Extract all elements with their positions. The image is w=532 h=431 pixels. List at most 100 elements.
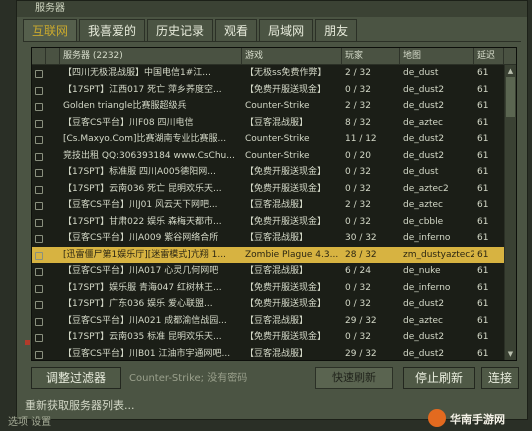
lock-cell [32, 346, 46, 361]
lock-icon [35, 119, 43, 128]
column-map[interactable]: 地图 [400, 48, 474, 64]
game-cell: 【免费开服送现金】 [245, 332, 327, 342]
players-cell: 0 / 32 [345, 183, 371, 194]
table-row[interactable]: 【17SPT】甘肃022 娱乐 森梅天都市... 【免费开服送现金】 0 / 32 d… [32, 214, 506, 231]
tab-5[interactable]: 朋友 [315, 19, 358, 41]
lock-icon [35, 268, 43, 276]
lock-icon [35, 317, 43, 326]
vac-cell [46, 247, 60, 264]
table-row[interactable]: 【豆客CS平台】川J01 风云天下网吧... 【豆客混战服】 2 / 32 de_az… [32, 197, 506, 214]
server-name-cell: [Cs.Maxyo.Com]比赛湖南专业比赛服... [63, 134, 227, 144]
lock-cell [32, 115, 46, 132]
server-name-cell: 【17SPT】广东036 娱乐 爱心联盟... [63, 299, 213, 309]
latency-cell: 61 [477, 150, 489, 161]
lock-cell [32, 329, 46, 346]
players-cell: 11 / 12 [345, 134, 377, 144]
vac-cell [46, 65, 60, 82]
logo-icon [428, 409, 446, 427]
latency-cell: 61 [477, 233, 489, 243]
table-row[interactable]: 【四川无极混战服】中国电信1#江... 【无极ss免费作弊】 2 / 32 de_du… [32, 65, 506, 82]
game-cell: 【免费开服送现金】 [245, 84, 327, 95]
table-row[interactable]: 竞技出租 QQ:306393184 www.CsChu... Counter-St… [32, 148, 506, 165]
table-row[interactable]: 【豆客CS平台】川F08 四川电信 【豆客混战服】 8 / 32 de_aztec 61 [32, 115, 506, 132]
map-cell: de_inferno [403, 282, 451, 293]
column-latency[interactable]: 延迟 [474, 48, 504, 64]
vac-cell [46, 148, 60, 165]
column-lock[interactable] [32, 48, 46, 64]
server-name-cell: 【豆客CS平台】川A021 成都渝信战园... [63, 315, 227, 326]
scroll-down-icon[interactable]: ▼ [506, 349, 515, 359]
server-browser-window: 服务器 互联网 我喜爱的 历史记录 观看 局域网 朋友 服务器 (2232) 游戏 玩家 … [16, 0, 528, 420]
lock-cell [32, 296, 46, 313]
map-cell: de_dust2 [403, 348, 445, 359]
filter-summary: Counter-Strike; 没有密码 [129, 373, 248, 384]
lock-icon [35, 301, 43, 309]
logo-text: 华南手游网 [450, 413, 505, 426]
table-row[interactable]: 【豆客CS平台】川A021 成都渝信战园... 【豆客混战服】 29 / 32 de_… [32, 313, 506, 330]
players-cell: 29 / 32 [345, 348, 377, 359]
tab-0[interactable]: 互联网 [23, 19, 78, 41]
latency-cell: 61 [477, 117, 489, 128]
lock-icon [35, 284, 43, 293]
server-name-cell: 【豆客CS平台】川F08 四川电信 [63, 117, 194, 128]
game-cell: 【免费开服送现金】 [245, 183, 327, 194]
scroll-thumb[interactable] [506, 77, 515, 117]
table-row[interactable]: Golden triangle比赛服超级兵 Counter-Strike 2 / 3… [32, 98, 506, 115]
vac-cell [46, 329, 60, 346]
vertical-scrollbar[interactable]: ▲ ▼ [504, 65, 516, 360]
game-cell: Counter-Strike [245, 101, 310, 111]
lock-cell [32, 214, 46, 231]
latency-cell: 61 [477, 84, 489, 95]
lock-cell [32, 280, 46, 297]
lock-cell [32, 230, 46, 247]
map-cell: de_aztec [403, 315, 444, 326]
map-cell: de_dust2 [403, 84, 445, 95]
table-row[interactable]: 【17SPT】江西017 死亡 萍乡荞度空... 【免费开服送现金】 0 / 32 d… [32, 82, 506, 99]
game-cell: 【豆客混战服】 [245, 233, 309, 243]
lock-cell [32, 131, 46, 148]
column-players[interactable]: 玩家 [342, 48, 400, 64]
server-name-cell: 【豆客CS平台】川J01 风云天下网吧... [63, 200, 218, 210]
players-cell: 29 / 32 [345, 315, 377, 326]
scroll-up-icon[interactable]: ▲ [506, 66, 515, 76]
game-cell: Counter-Strike [245, 134, 310, 144]
column-server[interactable]: 服务器 (2232) [60, 48, 242, 64]
latency-cell: 61 [477, 200, 489, 210]
quick-refresh-button[interactable]: 快速刷新 [315, 367, 393, 389]
table-row[interactable]: [迅雷僵尸第1娱乐厅][迷雷模式]亢翔 1... Zombie Plague 4.… [32, 246, 506, 264]
lock-icon [35, 251, 43, 260]
table-row[interactable]: 【17SPT】云南035 标准 昆明欢乐天... 【免费开服送现金】 0 / 32 d… [32, 329, 506, 346]
game-cell: 【豆客混战服】 [245, 266, 309, 276]
table-row[interactable]: [Cs.Maxyo.Com]比赛湖南专业比赛服... Counter-Strike… [32, 131, 506, 148]
tab-3[interactable]: 观看 [215, 19, 258, 41]
table-row[interactable]: 【17SPT】广东036 娱乐 爱心联盟... 【免费开服送现金】 0 / 32 de… [32, 296, 506, 313]
tab-4[interactable]: 局域网 [259, 19, 314, 41]
table-row[interactable]: 【17SPT】标准服 四川A005德阳网... 【免费开服送现金】 0 / 32 de… [32, 164, 506, 181]
table-row[interactable]: 【17SPT】娱乐服 青海047 红树林王... 【免费开服送现金】 0 / 32 d… [32, 280, 506, 297]
game-cell: 【豆客混战服】 [245, 200, 309, 210]
server-name-cell: 【17SPT】云南035 标准 昆明欢乐天... [63, 332, 222, 342]
vac-cell [46, 98, 60, 115]
table-row[interactable]: 【豆客CS平台】川A017 心灵几何网吧 【豆客混战服】 6 / 24 de_nuke… [32, 263, 506, 280]
map-cell: de_dust2 [403, 299, 445, 309]
column-vac[interactable] [46, 48, 60, 64]
filter-button[interactable]: 调整过滤器 [31, 367, 121, 389]
lock-cell [32, 263, 46, 280]
tab-1[interactable]: 我喜爱的 [79, 19, 146, 41]
players-cell: 0 / 32 [345, 332, 371, 342]
players-cell: 0 / 32 [345, 84, 371, 95]
players-cell: 0 / 20 [345, 150, 371, 161]
table-row[interactable]: 【17SPT】云南036 死亡 昆明欢乐天... 【免费开服送现金】 0 / 32 d… [32, 181, 506, 198]
lock-cell [32, 313, 46, 330]
table-row[interactable]: 【豆客CS平台】川B01 江油市宇通网吧... 【豆客混战服】 29 / 32 de_… [32, 346, 506, 361]
stop-refresh-button[interactable]: 停止刷新 [403, 367, 475, 389]
connect-button[interactable]: 连接 [481, 367, 519, 389]
column-game[interactable]: 游戏 [242, 48, 342, 64]
tab-2[interactable]: 历史记录 [147, 19, 214, 41]
map-cell: de_inferno [403, 233, 451, 243]
lock-icon [35, 235, 43, 243]
lock-icon [35, 218, 43, 227]
game-cell: 【免费开服送现金】 [245, 167, 327, 177]
players-cell: 0 / 32 [345, 299, 371, 309]
table-row[interactable]: 【豆客CS平台】川A009 紫谷网络合所 【豆客混战服】 30 / 32 de_inf… [32, 230, 506, 247]
